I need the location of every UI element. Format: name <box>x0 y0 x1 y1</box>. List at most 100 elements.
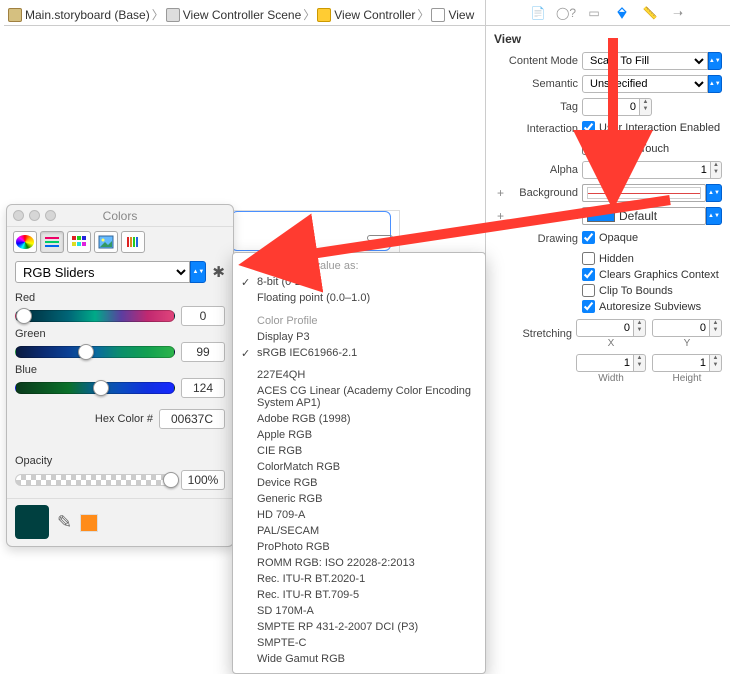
content-mode-label: Content Mode <box>494 55 578 67</box>
gear-icon[interactable]: ✱ <box>212 263 225 281</box>
drawing-label: Drawing <box>494 233 578 245</box>
current-color-swatch[interactable] <box>15 505 49 539</box>
menu-item[interactable]: Rec. ITU-R BT.709-5 <box>233 587 485 603</box>
background-color-well[interactable]: ▲▼ <box>582 184 722 202</box>
view-icon <box>431 8 445 22</box>
opacity-value[interactable]: 100% <box>181 470 225 490</box>
viewcontroller-icon <box>317 8 331 22</box>
file-inspector-tab[interactable]: 📄 <box>530 5 546 21</box>
green-slider[interactable] <box>15 346 175 358</box>
size-tab[interactable]: 📏 <box>642 5 658 21</box>
breadcrumb-storyboard[interactable]: Main.storyboard (Base) <box>8 8 150 22</box>
menu-item[interactable]: Wide Gamut RGB <box>233 651 485 667</box>
chevron-right-icon: 〉 <box>417 6 429 23</box>
red-label: Red <box>15 292 225 304</box>
quickhelp-tab[interactable]: ◯? <box>558 5 574 21</box>
breadcrumb-vc[interactable]: View Controller <box>317 8 415 22</box>
user-interaction-checkbox[interactable]: User Interaction Enabled <box>582 121 720 134</box>
pencils-tab[interactable] <box>121 231 145 253</box>
background-swatch <box>587 187 701 199</box>
tint-color-well[interactable]: Default▲▼ <box>582 207 722 225</box>
menu-item-srgb[interactable]: sRGB IEC61966-2.1 <box>233 345 485 361</box>
red-slider[interactable] <box>15 310 175 322</box>
interaction-label: Interaction <box>494 123 578 135</box>
breadcrumb-label: Main.storyboard (Base) <box>25 8 150 22</box>
menu-item-8bit[interactable]: 8-bit (0-255) <box>233 274 485 290</box>
stretch-h-field[interactable]: ▲▼ <box>652 354 722 372</box>
palettes-tab[interactable] <box>67 231 91 253</box>
menu-item[interactable]: Rec. ITU-R BT.2020-1 <box>233 571 485 587</box>
multiple-touch-checkbox[interactable]: Multiple Touch <box>582 142 722 155</box>
device-outline <box>231 211 391 251</box>
hex-label: Hex Color # <box>95 413 153 425</box>
menu-item[interactable]: SMPTE RP 431-2-2007 DCI (P3) <box>233 619 485 635</box>
menu-item[interactable]: SMPTE-C <box>233 635 485 651</box>
colors-panel: Colors RGB Sliders▲▼ ✱ Red 0 Green 99 Bl… <box>6 204 234 547</box>
stretch-y-field[interactable]: ▲▼ <box>652 319 722 337</box>
background-label: Background <box>508 187 578 199</box>
opaque-checkbox[interactable]: Opaque <box>582 231 638 244</box>
autoresize-checkbox[interactable]: Autoresize Subviews <box>582 300 722 313</box>
menu-item-float[interactable]: Floating point (0.0–1.0) <box>233 290 485 306</box>
menu-item[interactable]: Adobe RGB (1998) <box>233 411 485 427</box>
tag-field[interactable]: ▲▼ <box>582 98 652 116</box>
menu-item[interactable]: HD 709-A <box>233 507 485 523</box>
breadcrumb-label: View Controller Scene <box>183 8 302 22</box>
breadcrumb-scene[interactable]: View Controller Scene <box>166 8 302 22</box>
chevron-right-icon: 〉 <box>152 6 164 23</box>
attributes-tab[interactable] <box>614 5 630 21</box>
green-label: Green <box>15 328 225 340</box>
menu-item[interactable]: Apple RGB <box>233 427 485 443</box>
semantic-select[interactable]: Unspecified▲▼ <box>582 75 722 93</box>
scene-icon <box>166 8 180 22</box>
alpha-field[interactable]: ▲▼ <box>582 161 722 179</box>
clip-bounds-checkbox[interactable]: Clip To Bounds <box>582 284 722 297</box>
menu-item[interactable]: ColorMatch RGB <box>233 459 485 475</box>
green-value[interactable]: 99 <box>181 342 225 362</box>
menu-item-displayp3[interactable]: Display P3 <box>233 329 485 345</box>
storyboard-icon <box>8 8 22 22</box>
blue-slider[interactable] <box>15 382 175 394</box>
tag-label: Tag <box>494 101 578 113</box>
menu-item[interactable]: Device RGB <box>233 475 485 491</box>
menu-item[interactable]: SD 170M-A <box>233 603 485 619</box>
chevron-right-icon: 〉 <box>303 6 315 23</box>
slider-mode-select[interactable]: RGB Sliders▲▼ <box>15 261 206 283</box>
stretch-x-field[interactable]: ▲▼ <box>576 319 646 337</box>
menu-item[interactable]: PAL/SECAM <box>233 523 485 539</box>
clears-graphics-checkbox[interactable]: Clears Graphics Context <box>582 268 722 281</box>
menu-item[interactable]: Generic RGB <box>233 491 485 507</box>
menu-header: Show color value as: <box>233 257 485 274</box>
attributes-inspector: 📄 ◯? ▭ 📏 ➝ View Content Mode Scale To Fi… <box>485 0 730 420</box>
breadcrumb-label: View Controller <box>334 8 415 22</box>
wheel-tab[interactable] <box>13 231 37 253</box>
colors-titlebar[interactable]: Colors <box>7 205 233 227</box>
alpha-label: Alpha <box>494 164 578 176</box>
breadcrumb-view[interactable]: View <box>431 8 474 22</box>
breadcrumb-label: View <box>448 8 474 22</box>
menu-item[interactable]: CIE RGB <box>233 443 485 459</box>
blue-label: Blue <box>15 364 225 376</box>
sliders-tab[interactable] <box>40 231 64 253</box>
stretch-w-field[interactable]: ▲▼ <box>576 354 646 372</box>
menu-item[interactable]: ROMM RGB: ISO 22028-2:2013 <box>233 555 485 571</box>
saved-swatch[interactable] <box>80 514 98 532</box>
plus-icon[interactable]: + <box>494 186 504 200</box>
eyedropper-icon[interactable]: ✎ <box>57 512 72 533</box>
hex-value[interactable]: 00637C <box>159 409 225 429</box>
breadcrumb[interactable]: Main.storyboard (Base) 〉 View Controller… <box>4 4 485 26</box>
menu-item[interactable]: ACES CG Linear (Academy Color Encoding S… <box>233 383 485 411</box>
opacity-slider[interactable] <box>15 474 175 486</box>
connections-tab[interactable]: ➝ <box>670 5 686 21</box>
menu-item[interactable]: ProPhoto RGB <box>233 539 485 555</box>
image-tab[interactable] <box>94 231 118 253</box>
content-mode-select[interactable]: Scale To Fill▲▼ <box>582 52 722 70</box>
opacity-label: Opacity <box>15 455 225 467</box>
plus-icon[interactable]: + <box>494 209 504 223</box>
red-value[interactable]: 0 <box>181 306 225 326</box>
menu-item[interactable]: 227E4QH <box>233 367 485 383</box>
identity-tab[interactable]: ▭ <box>586 5 602 21</box>
window-traffic-lights[interactable] <box>13 210 56 221</box>
hidden-checkbox[interactable]: Hidden <box>582 252 722 265</box>
blue-value[interactable]: 124 <box>181 378 225 398</box>
